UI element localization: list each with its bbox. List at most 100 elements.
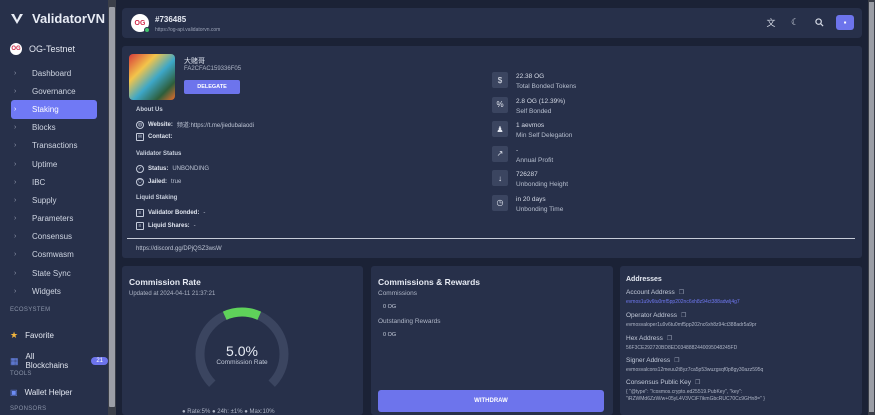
wallet-helper-label: Wallet Helper [24,388,73,397]
blockchains-count-badge: 21 [91,357,108,365]
chevron-right-icon: › [14,269,17,277]
stat-label: Unbonding Time [516,205,564,213]
brand[interactable]: ValidatorVN [10,11,105,26]
stat-unbonding-time: ◷ in 20 days Unbonding Time [492,194,564,213]
online-status-dot [144,27,150,33]
signer-address-value: evmosvalcons12meuu2t8yz7ca5p53wuzgsqf0p8… [626,367,764,373]
sidebar-item-ibc[interactable]: › IBC [0,173,108,191]
copy-icon[interactable]: ❐ [681,312,686,319]
shares-icon: ≡ [136,222,144,230]
withdraw-button[interactable]: WITHDRAW [378,390,604,412]
website-row: ◍ Website: 频道:https://t.me/jiedubalaodi [136,120,254,129]
chevron-right-icon: › [14,87,17,95]
commission-updated: Updated at 2024-04-11 21:37:21 [129,291,216,297]
sidebar-item-transactions[interactable]: › Transactions [0,137,108,155]
sidebar-item-label: IBC [32,177,46,187]
sidebar-item-favorite[interactable]: ★ Favorite [10,330,54,341]
outstanding-label: Outstanding Rewards [378,318,441,325]
sidebar-item-label: Widgets [32,286,61,296]
copy-icon[interactable]: ❐ [667,335,672,342]
pubkey-label: Consensus Public Key ❐ [626,379,700,386]
outstanding-value: 0 OG [383,332,397,338]
stat-label: Unbonding Height [516,181,569,188]
sidebar-item-label: Governance [32,86,76,96]
sidebar-scrollbar[interactable] [108,0,116,415]
sidebar-item-label: Cosmwasm [32,250,74,260]
globe-icon: ◍ [136,120,144,129]
stat-value: 22.38 OG [516,73,545,80]
sidebar-item-blocks[interactable]: › Blocks [0,119,108,137]
delegate-button[interactable]: DELEGATE [184,80,240,94]
operator-address-label: Operator Address ❐ [626,312,686,319]
shares-value: - [193,223,196,229]
search-icon[interactable] [812,16,826,30]
sidebar-item-label: Transactions [32,141,78,151]
hex-label-text: Hex Address [626,335,663,342]
chevron-right-icon: › [14,142,17,150]
stat-label: Min Self Delegation [516,132,573,139]
pubkey-value: { "@type": "/cosmos.crypto.ed25519.PubKe… [626,389,765,402]
chevron-right-icon: › [14,124,17,132]
sidebar-item-state-sync[interactable]: › State Sync [0,264,108,282]
sidebar-item-wallet-helper[interactable]: ▣ Wallet Helper [10,388,72,397]
chevron-right-icon: › [14,287,17,295]
block-height-title: #736485 [155,15,187,24]
moon-icon[interactable]: ☾ [788,16,802,30]
rewards-card: Commissions & Rewards Commissions 0 OG O… [371,266,613,415]
sidebar-item-label: State Sync [32,268,71,278]
operator-label-text: Operator Address [626,312,677,319]
sidebar-item-widgets[interactable]: › Widgets [0,282,108,300]
chain-selector[interactable]: OG OG-Testnet [10,43,75,55]
bonded-label: Validator Bonded: [148,210,200,216]
translate-icon[interactable]: 文 [764,16,778,30]
copy-icon[interactable]: ❐ [695,379,700,386]
dollar-icon: $ [492,72,508,88]
sidebar-nav: › Dashboard › Governance › Staking › Blocks › Tra… [0,64,108,300]
sidebar-item-parameters[interactable]: › Parameters [0,210,108,228]
sidebar-item-dashboard[interactable]: › Dashboard [0,64,108,82]
commissions-label: Commissions [378,290,418,297]
api-endpoint[interactable]: https://og-api.validatorvn.com [155,27,220,33]
sidebar-scrollbar-thumb[interactable] [109,7,115,407]
sidebar-item-label: Dashboard [32,68,72,78]
chevron-right-icon: › [14,105,17,113]
all-blockchains-label: All Blockchains [25,352,69,370]
copy-icon[interactable]: ❐ [674,357,679,364]
stat-min-self-delegation: ♟ 1 aevmos Min Self Delegation [492,121,572,139]
gauge-rate-arc [222,307,262,320]
sidebar-item-consensus[interactable]: › Consensus [0,228,108,246]
stat-value: 2.8 OG (12.39%) [516,97,566,105]
addresses-title: Addresses [626,276,662,283]
validator-name: 大赌哥 [184,58,205,65]
page-scrollbar[interactable] [868,0,875,415]
wallet-button[interactable]: ▪ [836,15,854,30]
about-heading: About Us [136,107,163,113]
contact-icon: ✉ [136,133,144,141]
copy-icon[interactable]: ❐ [679,289,684,296]
website-value[interactable]: 频道:https://t.me/jiedubalaodi [177,120,254,129]
sidebar-item-staking[interactable]: › Staking [11,100,97,119]
bonded-value: - [203,210,206,216]
sidebar-item-all-blockchains[interactable]: ▦ All Blockchains 21 [10,352,108,370]
sidebar-item-governance[interactable]: › Governance [0,82,108,100]
sidebar-item-label: Blocks [32,123,56,133]
sidebar-item-cosmwasm[interactable]: › Cosmwasm [0,246,108,264]
account-address-label: Account Address ❐ [626,289,684,296]
jailed-row: ⛉ Jailed: true [136,178,181,186]
account-address-value[interactable]: evmos1u9v6tu0mf5pp202nc6xh8z94ct388adwlj… [626,299,852,306]
chart-icon: ↗ [492,145,508,162]
user-icon: ♟ [492,121,508,137]
sidebar-item-supply[interactable]: › Supply [0,191,108,209]
status-label: Status: [148,166,169,172]
validator-bonded-row: ≡ Validator Bonded: - [136,209,205,217]
bonded-icon: ≡ [136,209,144,217]
commission-card: Commission Rate Updated at 2024-04-11 21… [122,266,363,415]
sidebar-item-uptime[interactable]: › Uptime [0,155,108,173]
shares-label: Liquid Shares: [148,223,190,229]
signer-label-text: Signer Address [626,357,671,364]
discord-link[interactable]: https://discord.gg/DPjQSZ3wsW [136,246,222,252]
page-scrollbar-thumb[interactable] [869,2,874,412]
stat-label: Annual Profit [516,156,554,164]
validator-identity: FA2CFAC159336F05 [184,66,242,72]
favorite-label: Favorite [25,331,54,340]
